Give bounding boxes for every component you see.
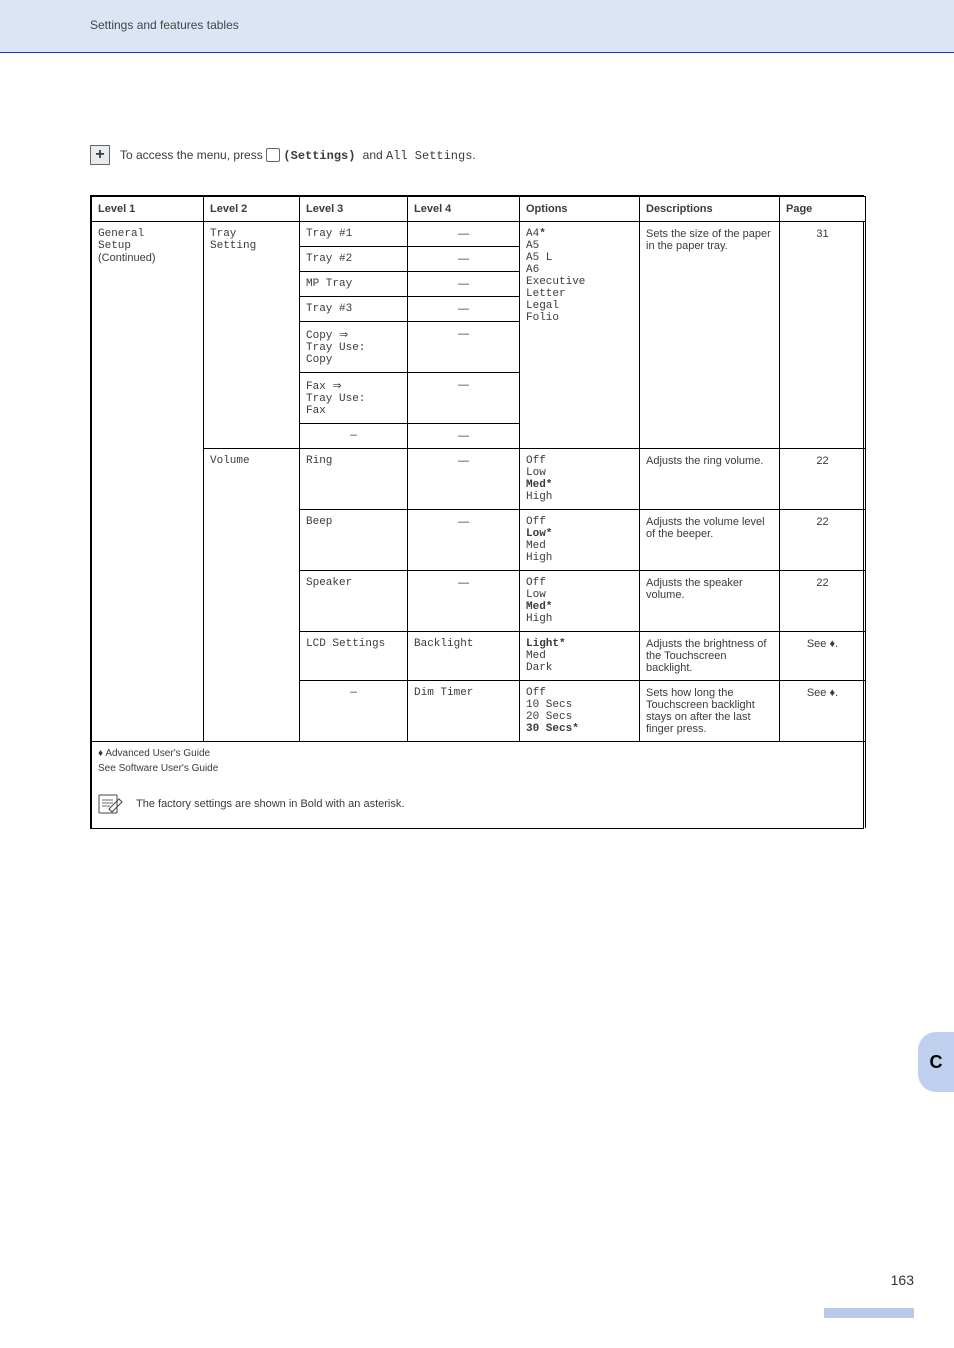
cell-l4: —	[408, 449, 520, 510]
cell-level2-tray: TraySetting	[204, 222, 300, 449]
cell-l4: —	[408, 297, 520, 322]
cell-options: Light*MedDark	[520, 632, 640, 681]
cell-l4: —	[408, 222, 520, 247]
settings-table: Level 1 Level 2 Level 3 Level 4 Options …	[90, 195, 864, 829]
th-page: Page	[780, 197, 866, 222]
cell-l3: Tray #3	[300, 297, 408, 322]
cell-l4: Backlight	[408, 632, 520, 681]
cell-page: 22	[780, 449, 866, 510]
cell-desc-paper: Sets the size of the paper in the paper …	[640, 222, 780, 449]
th-level1: Level 1	[92, 197, 204, 222]
th-level3: Level 3	[300, 197, 408, 222]
cell-l3: MP Tray	[300, 272, 408, 297]
footer-rule	[824, 1308, 914, 1318]
cell-page: See ♦.	[780, 681, 866, 742]
cell-options: OffLowMed*High	[520, 571, 640, 632]
cell-l4: —	[408, 510, 520, 571]
instruction-row: + To access the menu, press (Settings) a…	[90, 145, 476, 165]
plus-icon: +	[90, 145, 110, 165]
cell-options: OffLowMed*High	[520, 449, 640, 510]
cell-l4: —	[408, 373, 520, 424]
cell-l4: —	[408, 424, 520, 449]
cell-desc: Adjusts the volume level of the beeper.	[640, 510, 780, 571]
cell-page-paper: 31	[780, 222, 866, 449]
cell-desc: Adjusts the speaker volume.	[640, 571, 780, 632]
cell-options: OffLow*MedHigh	[520, 510, 640, 571]
cell-l3: Beep	[300, 510, 408, 571]
cell-level1: GeneralSetup(Continued)	[92, 222, 204, 742]
cell-l4: Dim Timer	[408, 681, 520, 742]
side-tab: C	[918, 1032, 954, 1092]
cell-l3-fax: Fax ⇒Tray Use:Fax	[300, 373, 408, 424]
th-options: Options	[520, 197, 640, 222]
cell-l3: Speaker	[300, 571, 408, 632]
cell-options: Off10 Secs20 Secs30 Secs*	[520, 681, 640, 742]
table-row: GeneralSetup(Continued) TraySetting Tray…	[92, 222, 866, 247]
cell-desc: Sets how long the Touchscreen backlight …	[640, 681, 780, 742]
th-level4: Level 4	[408, 197, 520, 222]
cell-l3: —	[300, 424, 408, 449]
ref-software: See Software User's Guide	[98, 763, 859, 774]
cell-l3: Ring	[300, 449, 408, 510]
factory-note-row: The factory settings are shown in Bold w…	[92, 780, 866, 828]
page-header: Settings and features tables	[90, 18, 239, 32]
cell-options-paper: A4*A5A5 LA6ExecutiveLetterLegalFolio	[520, 222, 640, 449]
cell-page: 22	[780, 571, 866, 632]
cell-l4: —	[408, 571, 520, 632]
cell-l3: LCD Settings	[300, 632, 408, 681]
cell-desc: Adjusts the ring volume.	[640, 449, 780, 510]
cell-page: 22	[780, 510, 866, 571]
code-all-settings: All Settings	[386, 149, 472, 163]
cell-l3: Tray #2	[300, 247, 408, 272]
page-number: 163	[891, 1272, 914, 1288]
cell-desc: Adjusts the brightness of the Touchscree…	[640, 632, 780, 681]
table-row: Volume Ring — OffLowMed*High Adjusts the…	[92, 449, 866, 510]
cell-level2-volume: Volume	[204, 449, 300, 742]
ref-advanced: ♦ Advanced User's Guide	[98, 748, 859, 759]
th-desc: Descriptions	[640, 197, 780, 222]
factory-note-text: The factory settings are shown in Bold w…	[136, 798, 404, 810]
instruction-text: To access the menu, press (Settings) and…	[120, 148, 476, 163]
cell-l4: —	[408, 322, 520, 373]
th-level2: Level 2	[204, 197, 300, 222]
cell-l3: Tray #1	[300, 222, 408, 247]
note-icon	[98, 792, 124, 816]
table-row: ♦ Advanced User's Guide See Software Use…	[92, 742, 866, 781]
cell-l3: —	[300, 681, 408, 742]
cell-l3-copy: Copy ⇒Tray Use:Copy	[300, 322, 408, 373]
cell-l4: —	[408, 247, 520, 272]
cell-page: See ♦.	[780, 632, 866, 681]
cell-l4: —	[408, 272, 520, 297]
